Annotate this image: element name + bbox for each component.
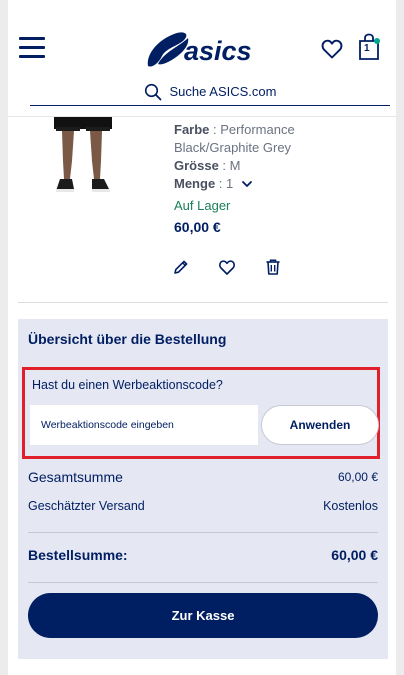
section-divider xyxy=(18,302,388,303)
site-header: asics 1 Suche ASICS.com xyxy=(8,0,396,117)
edit-pencil-icon[interactable] xyxy=(172,258,190,276)
shipping-row: Geschätzter Versand Kostenlos xyxy=(28,499,378,513)
color-label: Farbe xyxy=(174,122,210,137)
summary-divider xyxy=(28,582,378,583)
quantity-value: 1 xyxy=(226,176,234,191)
bag-status-dot xyxy=(374,38,380,44)
checkout-button[interactable]: Zur Kasse xyxy=(28,593,378,638)
asics-logo[interactable]: asics xyxy=(144,26,264,70)
order-total-row: Bestellsumme: 60,00 € xyxy=(28,547,378,563)
bag-count-badge: 1 xyxy=(364,43,370,54)
search-icon xyxy=(144,83,161,100)
product-image[interactable] xyxy=(48,117,128,207)
svg-text:asics: asics xyxy=(184,36,252,66)
item-actions xyxy=(172,258,310,276)
order-summary-panel: Übersicht über die Bestellung Hast du ei… xyxy=(18,319,388,659)
size-attribute: Grösse : M xyxy=(174,158,241,173)
size-value: M xyxy=(229,158,241,173)
left-gutter xyxy=(0,0,8,675)
product-attributes: Farbe : Performance Black/Graphite Grey … xyxy=(174,121,374,193)
subtotal-value: 60,00 € xyxy=(337,470,378,484)
stock-status: Auf Lager xyxy=(174,198,231,213)
shipping-value: Kostenlos xyxy=(323,499,378,513)
apply-promo-button[interactable]: Anwenden xyxy=(261,405,379,445)
heart-icon[interactable] xyxy=(320,37,344,61)
promo-code-input[interactable] xyxy=(30,405,258,445)
size-label: Grösse xyxy=(174,158,219,173)
summary-divider xyxy=(28,532,378,533)
quantity-label: Menge xyxy=(174,176,216,191)
subtotal-label: Gesamtsumme xyxy=(28,469,123,485)
shipping-label: Geschätzter Versand xyxy=(28,499,145,513)
promo-code-question: Hast du einen Werbeaktionscode? xyxy=(32,378,223,392)
menu-icon[interactable] xyxy=(19,37,45,59)
quantity-selector[interactable]: Menge : 1 xyxy=(174,175,374,193)
color-attribute: Farbe : Performance Black/Graphite Grey xyxy=(174,122,295,155)
product-price: 60,00 € xyxy=(174,219,221,235)
search-placeholder: Suche ASICS.com xyxy=(169,84,277,99)
order-total-value: 60,00 € xyxy=(331,547,378,563)
promo-code-section: Hast du einen Werbeaktionscode? Anwenden xyxy=(22,367,380,459)
order-total-label: Bestellsumme: xyxy=(28,547,128,563)
order-summary-title: Übersicht über die Bestellung xyxy=(28,331,227,347)
shopping-bag-icon[interactable]: 1 xyxy=(358,33,380,61)
subtotal-row: Gesamtsumme 60,00 € xyxy=(28,469,378,485)
right-gutter xyxy=(396,0,404,675)
heart-icon[interactable] xyxy=(218,258,236,276)
chevron-down-icon[interactable] xyxy=(241,178,253,190)
trash-icon[interactable] xyxy=(264,258,282,276)
search-bar[interactable]: Suche ASICS.com xyxy=(30,78,390,106)
